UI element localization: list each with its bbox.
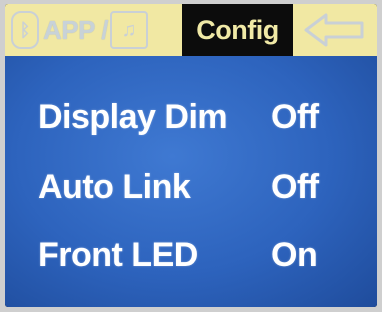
config-tab-label: Config bbox=[196, 14, 279, 45]
setting-value[interactable]: Off bbox=[271, 98, 319, 137]
app-tab-label: APP / bbox=[43, 14, 108, 45]
bluetooth-icon: ᛒ bbox=[11, 11, 39, 49]
back-button[interactable] bbox=[290, 4, 377, 56]
setting-front-led[interactable]: Front LED On bbox=[5, 236, 377, 286]
setting-value[interactable]: On bbox=[271, 236, 318, 275]
tab-app[interactable]: ᛒ APP / ♫ bbox=[5, 4, 185, 56]
setting-label: Auto Link bbox=[38, 168, 191, 206]
tab-bar: ᛒ APP / ♫ Config bbox=[5, 4, 377, 56]
tab-config[interactable]: Config bbox=[185, 4, 290, 56]
settings-list: Display Dim Off Auto Link Off Front LED … bbox=[5, 56, 377, 307]
lcd-screen: ᛒ APP / ♫ Config Display Dim Off Auto Li… bbox=[5, 4, 377, 307]
setting-label: Front LED bbox=[38, 236, 198, 274]
setting-auto-link[interactable]: Auto Link Off bbox=[5, 168, 377, 218]
back-arrow-icon bbox=[304, 13, 364, 47]
setting-display-dim[interactable]: Display Dim Off bbox=[5, 98, 377, 148]
device-frame: ᛒ APP / ♫ Config Display Dim Off Auto Li… bbox=[0, 0, 382, 312]
music-note-icon: ♫ bbox=[109, 11, 148, 49]
setting-label: Display Dim bbox=[38, 98, 228, 136]
setting-value[interactable]: Off bbox=[271, 168, 319, 207]
